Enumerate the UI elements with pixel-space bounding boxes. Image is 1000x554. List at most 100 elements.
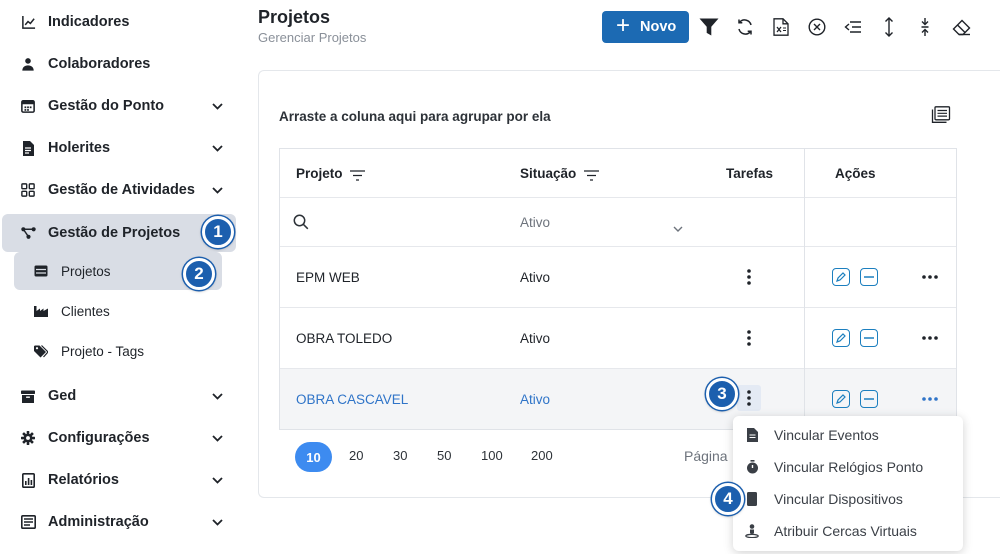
more-horizontal-icon[interactable] [918, 386, 942, 412]
cell-situacao: Ativo [520, 270, 551, 285]
sidebar-item-administracao[interactable]: Administração [0, 501, 238, 543]
edit-icon[interactable] [832, 268, 850, 286]
sidebar-item-holerites[interactable]: Holerites [0, 127, 238, 169]
sidebar-item-label: Gestão de Projetos [48, 225, 181, 241]
sidebar-item-gestao-atividades[interactable]: Gestão de Atividades [0, 169, 238, 211]
eraser-icon[interactable] [950, 16, 972, 38]
chevron-down-icon [211, 390, 223, 402]
cell-projeto: OBRA CASCAVEL [296, 392, 409, 407]
menu-item-atribuir-cercas[interactable]: Atribuir Cercas Virtuais [733, 515, 963, 547]
kebab-menu-icon[interactable] [737, 264, 761, 290]
chevron-down-icon [211, 100, 223, 112]
menu-item-label: Vincular Relógios Ponto [774, 459, 924, 475]
cell-situacao: Ativo [520, 392, 551, 407]
cell-projeto: OBRA TOLEDO [296, 331, 393, 346]
table-row[interactable]: EPM WEB Ativo [280, 247, 956, 308]
sidebar-item-label: Administração [48, 514, 149, 530]
compress-vertical-icon[interactable] [914, 16, 936, 38]
edit-icon[interactable] [832, 390, 850, 408]
table-row[interactable]: OBRA TOLEDO Ativo [280, 308, 956, 369]
deactivate-icon[interactable] [860, 390, 878, 408]
step-badge-4: 4 [712, 483, 744, 515]
sidebar-item-label: Holerites [48, 140, 111, 156]
column-header-tarefas[interactable]: Tarefas [726, 166, 773, 181]
column-filter-icon[interactable] [584, 168, 599, 186]
page-size-200[interactable]: 200 [531, 448, 553, 463]
sidebar-item-label: Colaboradores [48, 56, 151, 72]
kebab-menu-icon[interactable] [737, 325, 761, 351]
sidebar-item-label: Ged [48, 388, 77, 404]
filter-icon[interactable] [698, 16, 720, 38]
tablet-icon [745, 492, 759, 506]
sidebar-subitem-clientes[interactable]: Clientes [14, 292, 222, 330]
chevron-down-icon[interactable] [673, 219, 683, 237]
admin-list-icon [20, 514, 36, 530]
sidebar-item-relatorios[interactable]: Relatórios [0, 459, 238, 501]
export-excel-icon[interactable] [770, 16, 792, 38]
report-icon [20, 472, 36, 488]
chart-line-icon [20, 14, 36, 30]
expand-vertical-icon[interactable] [878, 16, 900, 38]
menu-item-vincular-eventos[interactable]: Vincular Eventos [733, 419, 963, 451]
column-header-projeto[interactable]: Projeto [296, 166, 343, 181]
archive-icon [20, 388, 36, 404]
menu-item-label: Vincular Dispositivos [774, 491, 903, 507]
gear-icon [20, 430, 36, 446]
more-horizontal-icon[interactable] [918, 325, 942, 351]
document-icon [20, 140, 36, 156]
menu-item-label: Vincular Eventos [774, 427, 879, 443]
sidebar-item-label: Indicadores [48, 14, 130, 30]
collapse-icon[interactable] [842, 16, 864, 38]
actions-column-divider [804, 149, 805, 429]
sidebar-item-configuracoes[interactable]: Configurações [0, 417, 238, 459]
user-icon [20, 56, 36, 72]
sidebar-subitem-projeto-tags[interactable]: Projeto - Tags [14, 332, 222, 370]
page-size-10[interactable]: 10 [295, 442, 332, 472]
sidebar-item-label: Gestão do Ponto [48, 98, 164, 114]
chevron-down-icon [211, 474, 223, 486]
column-header-situacao[interactable]: Situação [520, 166, 576, 181]
plus-icon: + [616, 11, 631, 39]
projects-grid: Projeto Situação Tarefas Ações Ativo EPM… [279, 148, 957, 430]
grid-filter-row: Ativo [280, 198, 956, 247]
page-size-20[interactable]: 20 [349, 448, 363, 463]
column-chooser-icon[interactable] [931, 106, 951, 126]
step-badge-1: 1 [202, 216, 234, 248]
column-header-acoes: Ações [835, 166, 876, 181]
search-icon[interactable] [293, 214, 309, 235]
sidebar-item-indicadores[interactable]: Indicadores [0, 1, 238, 43]
sidebar-item-gestao-projetos[interactable]: Gestão de Projetos [2, 214, 236, 252]
page-subtitle: Gerenciar Projetos [258, 30, 367, 45]
page-size-100[interactable]: 100 [481, 448, 503, 463]
group-panel-hint: Arraste a coluna aqui para agrupar por e… [279, 109, 551, 124]
chevron-down-icon [211, 516, 223, 528]
menu-item-vincular-dispositivos[interactable]: Vincular Dispositivos [733, 483, 963, 515]
page-label: Página [684, 448, 728, 464]
refresh-icon[interactable] [734, 16, 756, 38]
new-project-button[interactable]: + Novo [602, 11, 689, 43]
deactivate-icon[interactable] [860, 329, 878, 347]
chevron-down-icon [211, 184, 223, 196]
sidebar-subitem-label: Projeto - Tags [61, 343, 145, 359]
clear-filter-icon[interactable] [806, 16, 828, 38]
menu-item-vincular-relogios[interactable]: Vincular Relógios Ponto [733, 451, 963, 483]
edit-icon[interactable] [832, 329, 850, 347]
cell-situacao: Ativo [520, 331, 551, 346]
factory-icon [34, 304, 48, 318]
sidebar-item-gestao-ponto[interactable]: Gestão do Ponto [0, 85, 238, 127]
kebab-menu-icon[interactable] [737, 385, 761, 411]
chevron-down-icon [211, 432, 223, 444]
page-size-30[interactable]: 30 [393, 448, 407, 463]
location-person-icon [745, 524, 759, 538]
share-nodes-icon [20, 225, 36, 241]
sidebar-item-ged[interactable]: Ged [0, 375, 238, 417]
deactivate-icon[interactable] [860, 268, 878, 286]
calendar-icon [20, 98, 36, 114]
sidebar-item-colaboradores[interactable]: Colaboradores [0, 43, 238, 85]
column-filter-icon[interactable] [350, 168, 365, 186]
page-size-50[interactable]: 50 [437, 448, 451, 463]
cell-projeto: EPM WEB [296, 270, 360, 285]
situacao-filter-select[interactable]: Ativo [520, 215, 550, 230]
step-badge-3: 3 [706, 378, 738, 410]
more-horizontal-icon[interactable] [918, 264, 942, 290]
